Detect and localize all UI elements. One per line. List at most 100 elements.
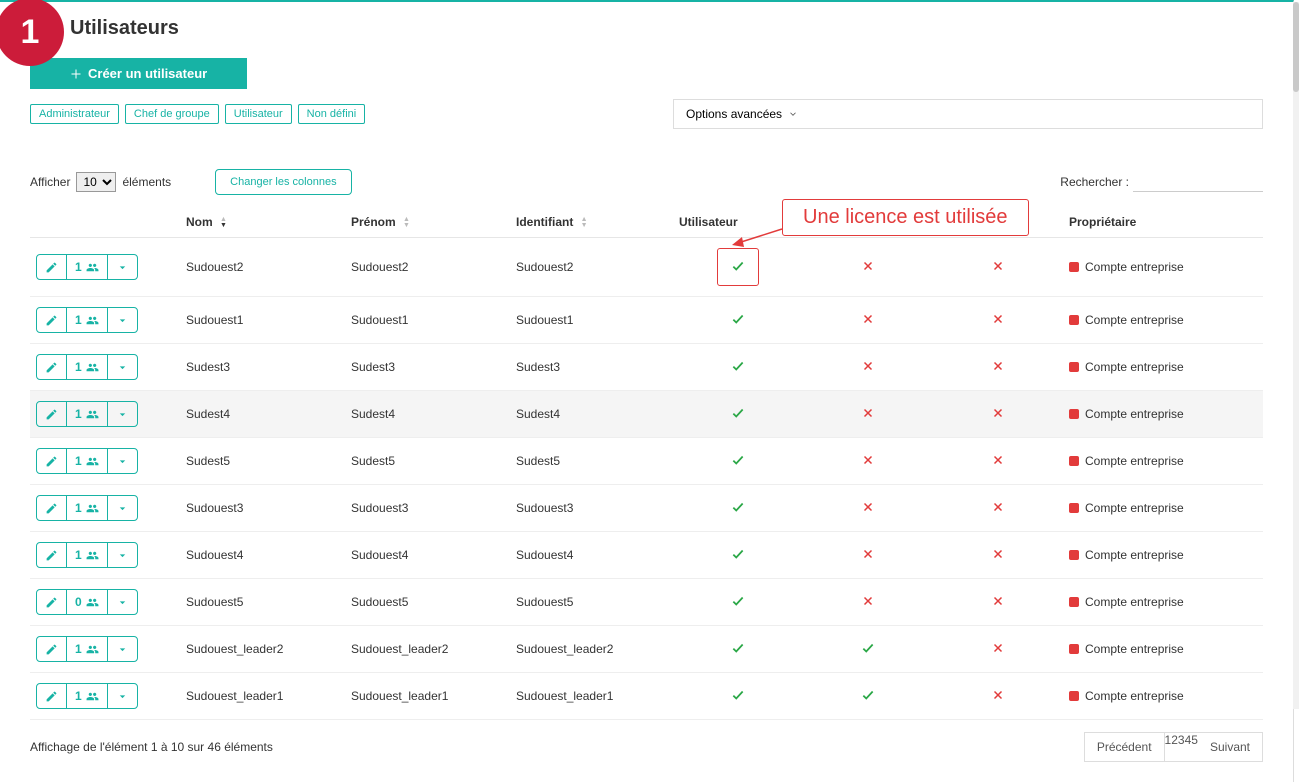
col-proprietaire: Propriétaire [1063, 207, 1263, 238]
cell-prenom: Sudouest1 [345, 297, 510, 344]
cell-prenom: Sudouest_leader2 [345, 626, 510, 673]
pagination-next[interactable]: Suivant [1198, 733, 1262, 761]
page-title: Utilisateurs [70, 17, 1263, 40]
cell-owner: Compte entreprise [1063, 673, 1263, 720]
advanced-options-dropdown[interactable]: Options avancées [673, 99, 1263, 129]
row-menu-button[interactable] [108, 402, 137, 426]
sort-icon: ▲▼ [403, 217, 410, 229]
col-nom[interactable]: Nom ▲▼ [180, 207, 345, 238]
filter-chip[interactable]: Chef de groupe [125, 104, 219, 124]
cell-owner: Compte entreprise [1063, 532, 1263, 579]
row-menu-button[interactable] [108, 449, 137, 473]
group-count-button[interactable]: 1 [67, 402, 108, 426]
cell-status-0 [803, 438, 933, 485]
cell-owner: Compte entreprise [1063, 579, 1263, 626]
filter-chip[interactable]: Administrateur [30, 104, 119, 124]
cell-status-0 [803, 673, 933, 720]
owner-color-icon [1069, 550, 1079, 560]
row-menu-button[interactable] [108, 355, 137, 379]
cell-ident: Sudouest2 [510, 238, 673, 297]
group-count-button[interactable]: 1 [67, 496, 108, 520]
row-menu-button[interactable] [108, 590, 137, 614]
filter-chip[interactable]: Utilisateur [225, 104, 292, 124]
cell-nom: Sudouest1 [180, 297, 345, 344]
edit-button[interactable] [37, 496, 67, 520]
callout-arrow [732, 225, 784, 249]
owner-color-icon [1069, 691, 1079, 701]
cell-nom: Sudest5 [180, 438, 345, 485]
edit-button[interactable] [37, 684, 67, 708]
cell-status-1 [933, 238, 1063, 297]
pagination-page[interactable]: 1 [1165, 733, 1172, 761]
owner-color-icon [1069, 456, 1079, 466]
change-columns-button[interactable]: Changer les colonnes [215, 169, 351, 195]
pagination: Précédent 12345 Suivant [1084, 732, 1263, 762]
group-count-button[interactable]: 1 [67, 684, 108, 708]
group-count-button[interactable]: 1 [67, 255, 108, 279]
chevron-down-icon [788, 109, 798, 119]
edit-button[interactable] [37, 637, 67, 661]
table-row: 1Sudouest4Sudouest4Sudouest4Compte entre… [30, 532, 1263, 579]
cell-nom: Sudouest_leader2 [180, 626, 345, 673]
cell-nom: Sudest4 [180, 391, 345, 438]
cell-status-1 [933, 626, 1063, 673]
row-menu-button[interactable] [108, 637, 137, 661]
col-prenom[interactable]: Prénom ▲▼ [345, 207, 510, 238]
edit-button[interactable] [37, 355, 67, 379]
cell-status-0 [803, 391, 933, 438]
group-count-button[interactable]: 1 [67, 308, 108, 332]
show-label-post: éléments [122, 175, 171, 189]
row-actions: 1 [36, 254, 138, 280]
row-actions: 1 [36, 636, 138, 662]
cell-ident: Sudest4 [510, 391, 673, 438]
edit-button[interactable] [37, 255, 67, 279]
table-row: 1Sudest4Sudest4Sudest4Compte entreprise [30, 391, 1263, 438]
row-menu-button[interactable] [108, 308, 137, 332]
users-table: Nom ▲▼ Prénom ▲▼ Identifiant ▲▼ Utilisat… [30, 207, 1263, 720]
pagination-page[interactable]: 2 [1171, 733, 1178, 761]
group-count-button[interactable]: 1 [67, 449, 108, 473]
search-input[interactable] [1133, 173, 1263, 192]
pagination-page[interactable]: 5 [1191, 733, 1198, 761]
cell-status-0 [803, 238, 933, 297]
row-menu-button[interactable] [108, 255, 137, 279]
cell-status-1 [933, 344, 1063, 391]
step-badge: 1 [0, 0, 64, 66]
create-user-label: Créer un utilisateur [88, 66, 207, 81]
owner-color-icon [1069, 503, 1079, 513]
group-count-button[interactable]: 0 [67, 590, 108, 614]
filter-chip[interactable]: Non défini [298, 104, 366, 124]
cell-owner: Compte entreprise [1063, 344, 1263, 391]
owner-color-icon [1069, 409, 1079, 419]
cell-nom: Sudouest2 [180, 238, 345, 297]
cell-status-1 [933, 532, 1063, 579]
row-actions: 1 [36, 401, 138, 427]
cell-status-1 [933, 673, 1063, 720]
scrollbar[interactable] [1293, 2, 1299, 709]
owner-color-icon [1069, 362, 1079, 372]
create-user-button[interactable]: Créer un utilisateur [30, 58, 247, 89]
cell-prenom: Sudouest5 [345, 579, 510, 626]
cell-ident: Sudouest_leader2 [510, 626, 673, 673]
row-menu-button[interactable] [108, 543, 137, 567]
cell-prenom: Sudest4 [345, 391, 510, 438]
table-row: 1Sudouest3Sudouest3Sudouest3Compte entre… [30, 485, 1263, 532]
edit-button[interactable] [37, 402, 67, 426]
owner-color-icon [1069, 315, 1079, 325]
group-count-button[interactable]: 1 [67, 543, 108, 567]
group-count-button[interactable]: 1 [67, 355, 108, 379]
pagination-page[interactable]: 4 [1185, 733, 1192, 761]
page-length-select[interactable]: 10 [76, 172, 116, 192]
group-count-button[interactable]: 1 [67, 637, 108, 661]
row-menu-button[interactable] [108, 684, 137, 708]
edit-button[interactable] [37, 543, 67, 567]
cell-owner: Compte entreprise [1063, 297, 1263, 344]
col-identifiant[interactable]: Identifiant ▲▼ [510, 207, 673, 238]
pagination-prev[interactable]: Précédent [1085, 733, 1165, 761]
pagination-page[interactable]: 3 [1178, 733, 1185, 761]
edit-button[interactable] [37, 449, 67, 473]
edit-button[interactable] [37, 308, 67, 332]
owner-color-icon [1069, 644, 1079, 654]
edit-button[interactable] [37, 590, 67, 614]
row-menu-button[interactable] [108, 496, 137, 520]
